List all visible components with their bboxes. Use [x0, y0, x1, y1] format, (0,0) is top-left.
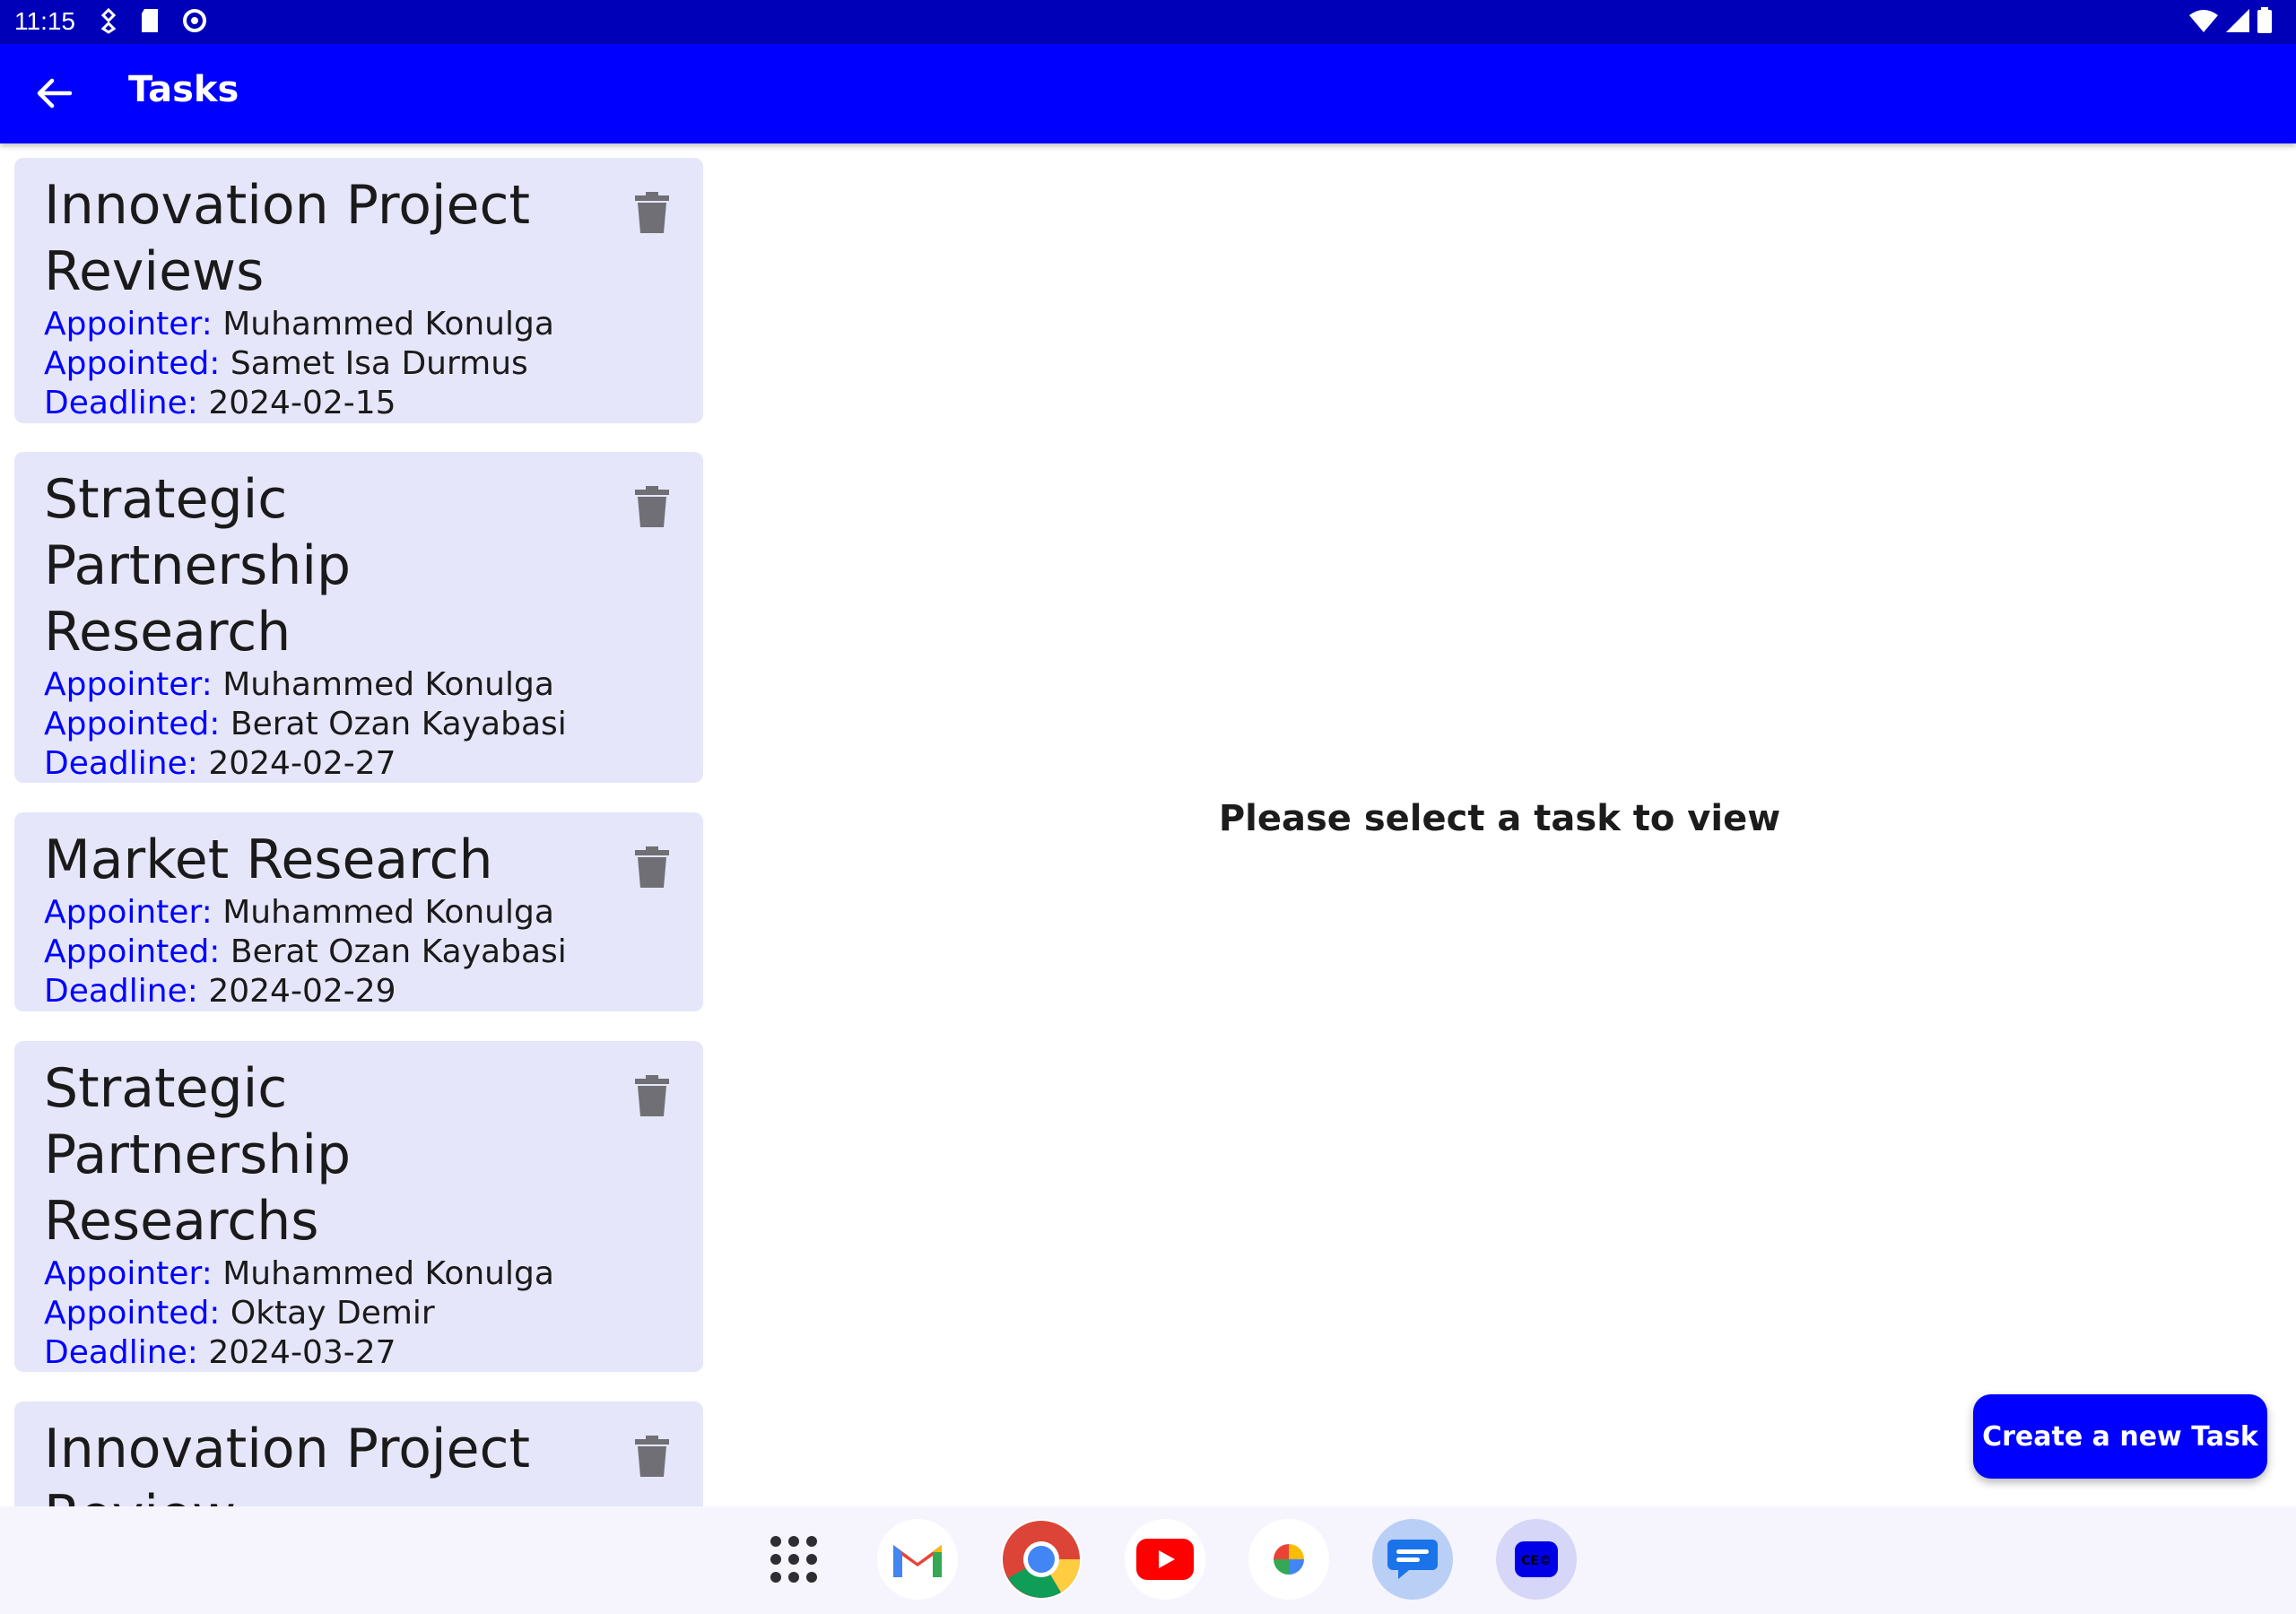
- task-appointed: Appointed: Berat Ozan Kayabasi: [44, 705, 674, 744]
- app-dock: CE©: [753, 1519, 1577, 1600]
- back-button[interactable]: [27, 66, 81, 120]
- task-card[interactable]: Market Research Appointer: Muhammed Konu…: [14, 812, 703, 1011]
- appointed-label: Appointed:: [44, 706, 221, 742]
- delete-icon[interactable]: [633, 1434, 671, 1479]
- appointer-value: Muhammed Konulga: [222, 1255, 554, 1292]
- task-deadline: Deadline: 2024-03-27: [44, 1333, 674, 1373]
- empty-state-message: Please select a task to view: [1218, 798, 1781, 839]
- task-title: Strategic Partnership Researchs: [44, 1057, 352, 1253]
- task-list[interactable]: Innovation Project Reviews Appointer: Mu…: [14, 143, 703, 1506]
- status-bar: 11:15: [0, 0, 2296, 44]
- appointer-value: Muhammed Konulga: [222, 894, 554, 931]
- task-title: Innovation Project Reviews: [44, 174, 531, 303]
- youtube-app[interactable]: [1125, 1519, 1205, 1600]
- photos-app[interactable]: [1248, 1519, 1329, 1600]
- chrome-icon: [1003, 1521, 1080, 1598]
- delete-icon[interactable]: [633, 484, 671, 529]
- delete-icon[interactable]: [633, 190, 671, 235]
- task-card[interactable]: Strategic Partnership Researchs Appointe…: [14, 1041, 703, 1372]
- arrow-back-icon: [37, 78, 72, 108]
- sync-icon: [183, 9, 206, 32]
- appointer-label: Appointer:: [44, 894, 213, 931]
- deadline-label: Deadline:: [44, 385, 198, 421]
- deadline-label: Deadline:: [44, 745, 198, 782]
- messages-app[interactable]: [1372, 1519, 1453, 1600]
- taskbar: CE©: [0, 1506, 2296, 1614]
- task-appointed: Appointed: Samet Isa Durmus: [44, 344, 674, 384]
- photos-icon: [1274, 1544, 1304, 1575]
- appointed-label: Appointed:: [44, 1295, 221, 1332]
- wifi-icon: [2189, 10, 2218, 32]
- app-drawer-icon: [770, 1536, 817, 1583]
- task-title: Innovation Project Review: [44, 1418, 531, 1506]
- deadline-label: Deadline:: [44, 1334, 198, 1371]
- appointed-label: Appointed:: [44, 933, 221, 970]
- task-appointed: Appointed: Oktay Demir: [44, 1294, 674, 1333]
- page-title: Tasks: [128, 69, 239, 110]
- task-appointer: Appointer: Muhammed Konulga: [44, 893, 674, 933]
- deadline-value: 2024-03-27: [208, 1334, 396, 1371]
- task-card[interactable]: Innovation Project Review: [14, 1401, 703, 1506]
- signal-icon: [2226, 9, 2249, 32]
- sd-card-icon: [142, 9, 158, 32]
- task-title: Strategic Partnership Research: [44, 468, 352, 664]
- task-deadline: Deadline: 2024-02-27: [44, 744, 674, 784]
- youtube-icon: [1136, 1539, 1194, 1580]
- task-app[interactable]: CE©: [1496, 1519, 1577, 1600]
- task-appointer: Appointer: Muhammed Konulga: [44, 305, 674, 344]
- appointed-value: Berat Ozan Kayabasi: [230, 706, 567, 742]
- appointer-label: Appointer:: [44, 1255, 213, 1292]
- task-appointed: Appointed: Berat Ozan Kayabasi: [44, 933, 674, 972]
- status-time: 11:15: [14, 7, 75, 35]
- appointed-value: Samet Isa Durmus: [230, 345, 528, 382]
- task-card[interactable]: Innovation Project Reviews Appointer: Mu…: [14, 158, 703, 423]
- task-appointer: Appointer: Muhammed Konulga: [44, 1254, 674, 1294]
- appointed-label: Appointed:: [44, 345, 221, 382]
- task-app-icon: CE©: [1515, 1541, 1558, 1577]
- appointed-value: Oktay Demir: [230, 1295, 435, 1332]
- deadline-value: 2024-02-15: [208, 385, 396, 421]
- task-card[interactable]: Strategic Partnership Research Appointer…: [14, 452, 703, 783]
- messages-icon: [1387, 1540, 1438, 1579]
- battery-icon: [2257, 7, 2272, 33]
- gmail-icon: [893, 1545, 942, 1577]
- app-bar: Tasks: [0, 44, 2296, 143]
- svg-text:CE©: CE©: [1521, 1554, 1552, 1568]
- deadline-label: Deadline:: [44, 973, 198, 1010]
- appointer-label: Appointer:: [44, 306, 213, 343]
- delete-icon[interactable]: [633, 845, 671, 889]
- appointed-value: Berat Ozan Kayabasi: [230, 933, 567, 970]
- chrome-app[interactable]: [1001, 1519, 1082, 1600]
- task-deadline: Deadline: 2024-02-15: [44, 384, 674, 423]
- create-task-button[interactable]: Create a new Task: [1973, 1394, 2267, 1479]
- task-appointer: Appointer: Muhammed Konulga: [44, 665, 674, 705]
- deadline-value: 2024-02-29: [208, 973, 396, 1010]
- task-title: Market Research: [44, 829, 493, 891]
- deadline-value: 2024-02-27: [208, 745, 396, 782]
- app-drawer-button[interactable]: [753, 1519, 834, 1600]
- gmail-app[interactable]: [877, 1519, 958, 1600]
- appointer-label: Appointer:: [44, 666, 213, 703]
- notification-icon: [100, 7, 117, 34]
- task-deadline: Deadline: 2024-02-29: [44, 972, 674, 1011]
- delete-icon[interactable]: [633, 1073, 671, 1118]
- appointer-value: Muhammed Konulga: [222, 306, 554, 343]
- appointer-value: Muhammed Konulga: [222, 666, 554, 703]
